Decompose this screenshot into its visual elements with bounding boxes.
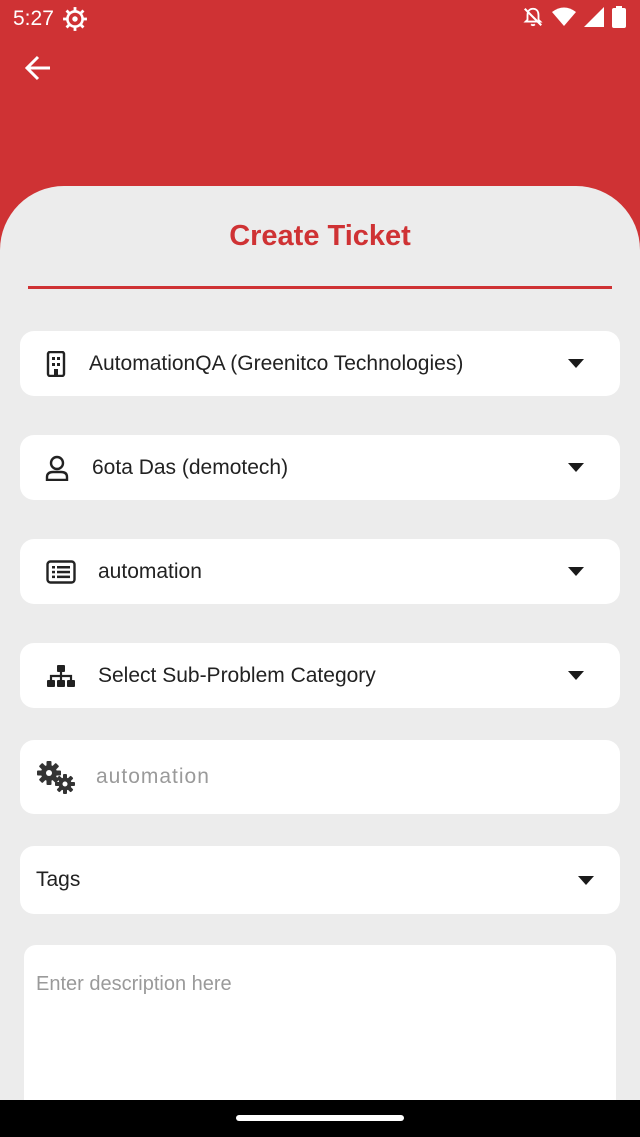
tags-label: Tags (36, 868, 81, 891)
subject-input[interactable]: automation (20, 740, 620, 814)
chevron-down-icon (578, 875, 594, 885)
problem-category-value: automation (98, 559, 202, 583)
problem-category-dropdown[interactable]: automation (20, 539, 620, 604)
status-bar: 5:27 (0, 0, 640, 38)
settings-gear-icon (62, 6, 88, 32)
hierarchy-icon (46, 664, 76, 688)
battery-icon (612, 6, 626, 34)
description-textarea[interactable]: Enter description here (24, 945, 616, 1115)
user-dropdown[interactable]: 6ota Das (demotech) (20, 435, 620, 500)
back-button[interactable] (18, 50, 58, 90)
chevron-down-icon (568, 463, 584, 472)
gears-icon (36, 760, 78, 796)
system-nav-bar (0, 1100, 640, 1137)
subject-value: automation (96, 765, 210, 788)
sub-problem-category-placeholder: Select Sub-Problem Category (98, 663, 376, 687)
status-time: 5:27 (13, 7, 54, 30)
chevron-down-icon (568, 567, 584, 576)
notifications-off-icon (522, 6, 544, 34)
chevron-down-icon (568, 671, 584, 680)
person-icon (45, 455, 69, 481)
company-dropdown[interactable]: AutomationQA (Greenitco Technologies) (20, 331, 620, 396)
chevron-down-icon (568, 359, 584, 368)
building-icon (46, 350, 66, 377)
status-icons (522, 6, 626, 34)
title-divider (28, 286, 612, 289)
signal-icon (584, 7, 604, 33)
description-placeholder: Enter description here (36, 973, 232, 995)
list-icon (46, 559, 76, 584)
user-value: 6ota Das (demotech) (92, 455, 289, 479)
home-handle[interactable] (236, 1115, 404, 1121)
tags-dropdown[interactable]: Tags (20, 846, 620, 914)
arrow-left-icon (24, 55, 52, 86)
page-title: Create Ticket (229, 220, 411, 252)
wifi-icon (552, 7, 576, 33)
sub-problem-category-dropdown[interactable]: Select Sub-Problem Category (20, 643, 620, 708)
company-value: AutomationQA (Greenitco Technologies) (89, 351, 464, 375)
